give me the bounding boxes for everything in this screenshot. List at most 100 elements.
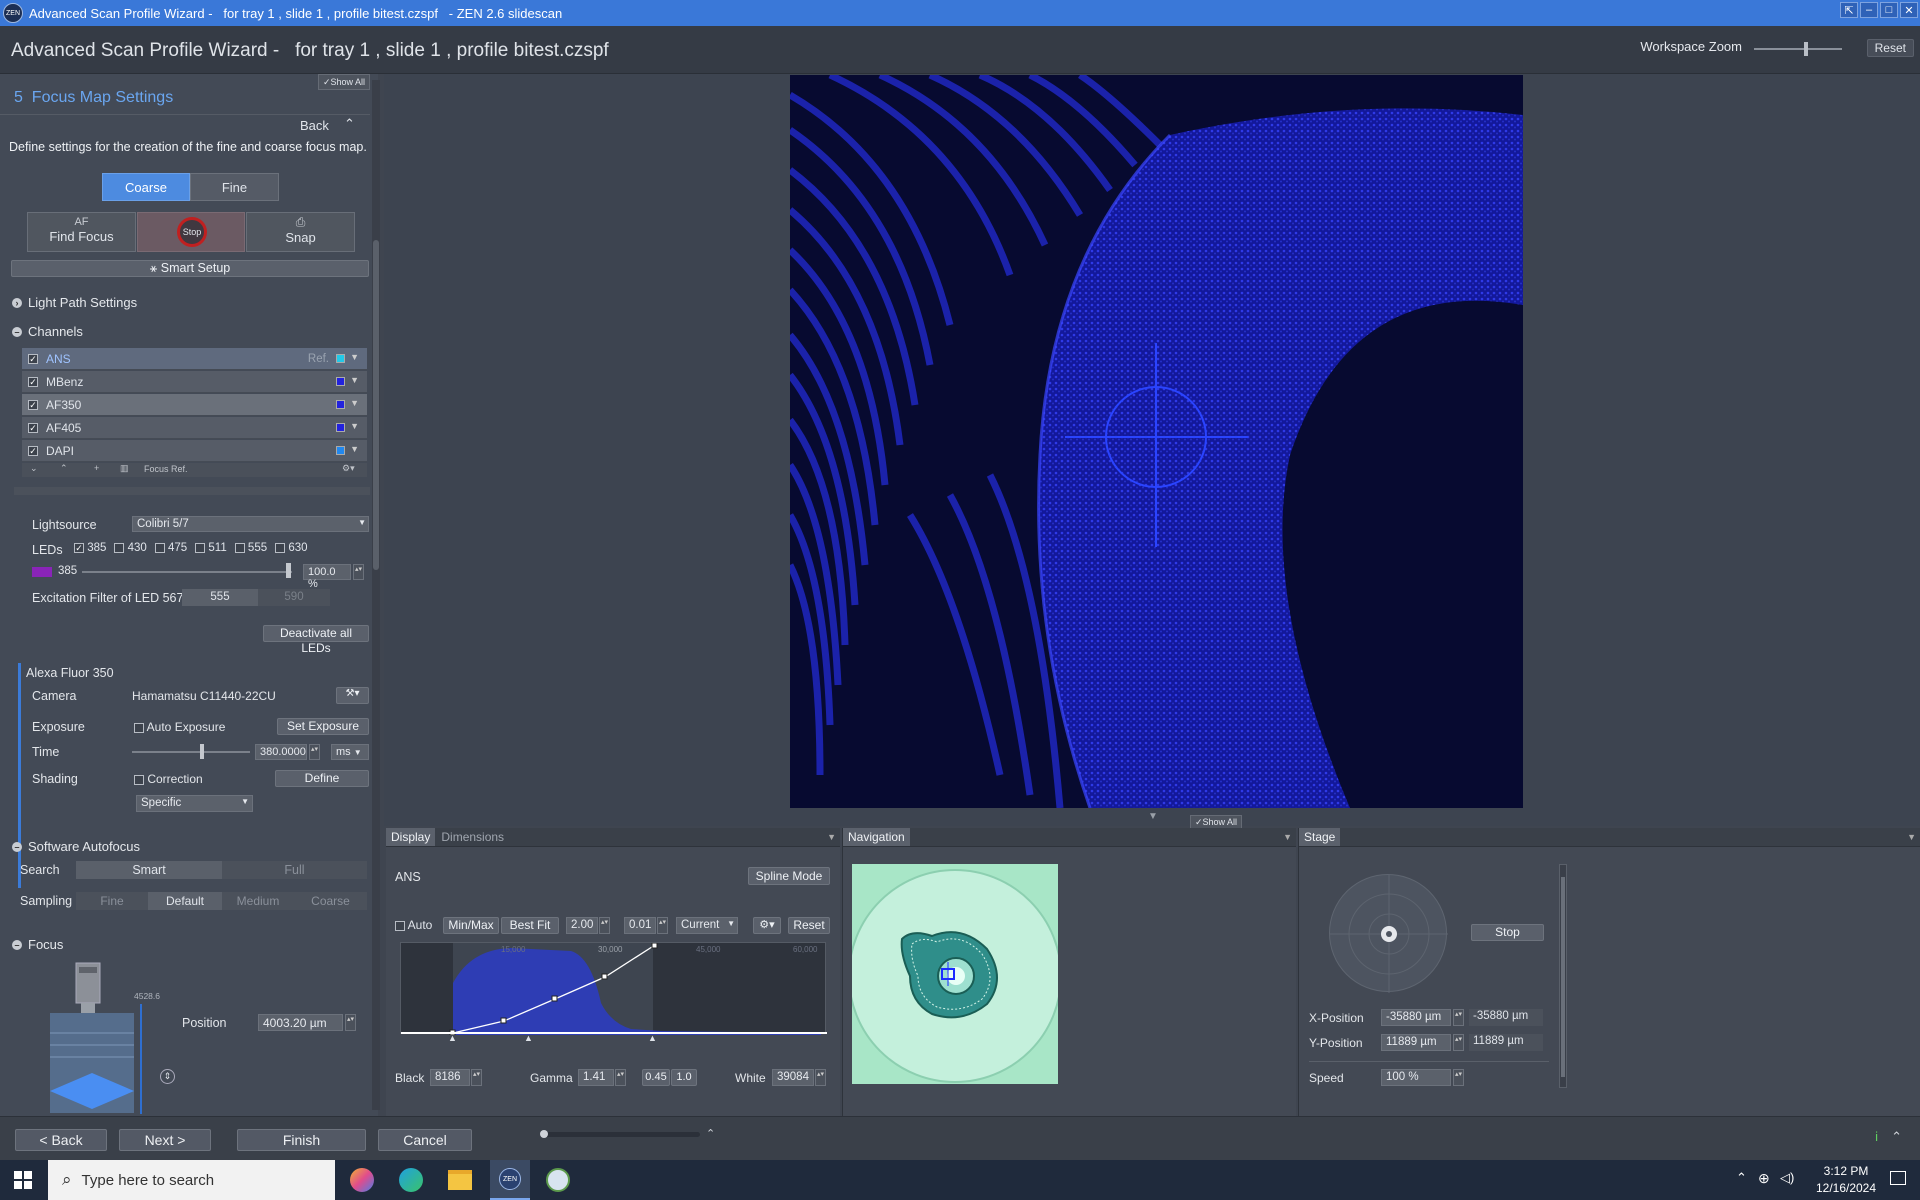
search-option-smart[interactable]: Smart [76, 861, 222, 879]
stop-button[interactable]: Stop [137, 212, 245, 252]
sampling-option-default[interactable]: Default [148, 892, 222, 910]
panel-menu-icon[interactable]: ▼ [1907, 832, 1916, 842]
collapse-chevron-icon[interactable]: ⌃ [344, 116, 355, 132]
workspace-zoom-handle[interactable] [1804, 42, 1808, 56]
gear-icon[interactable]: ⚙▾ [342, 463, 355, 474]
app-launcher-icon[interactable] [350, 1168, 374, 1192]
spin-buttons[interactable]: ▴▾ [309, 744, 320, 760]
display-gear-icon[interactable]: ⚙▾ [753, 917, 781, 934]
time-input[interactable]: 380.0000 [255, 744, 307, 760]
gamma-marker-icon[interactable]: ▲ [524, 1033, 533, 1043]
info-icon[interactable]: i [1875, 1129, 1878, 1144]
shading-mode-select[interactable]: Specific ▼ [136, 795, 253, 812]
scrollbar-thumb[interactable] [373, 240, 379, 570]
channel-checkbox[interactable]: ✓ [28, 422, 38, 433]
chevron-down-icon[interactable]: ▼ [350, 421, 359, 431]
spin-buttons[interactable]: ▴▾ [353, 564, 364, 580]
chevron-down-icon[interactable]: ▼ [350, 352, 359, 362]
file-explorer-icon[interactable] [448, 1170, 472, 1190]
white-input[interactable]: 39084 [772, 1069, 814, 1086]
led-intensity-slider[interactable] [82, 571, 292, 573]
zen-taskbar-button[interactable]: ZEN [490, 1160, 530, 1200]
tab-dimensions[interactable]: Dimensions [435, 828, 510, 846]
spin-buttons[interactable]: ▴▾ [657, 917, 668, 934]
chevron-down-icon[interactable]: ▼ [350, 444, 359, 454]
y-position-input[interactable]: 11889 µm [1381, 1034, 1451, 1051]
histogram[interactable]: 15,000 30,000 45,000 60,000 [400, 942, 827, 1036]
gamma-preset-10[interactable]: 1.0 [671, 1069, 697, 1086]
viewer-collapse-icon[interactable]: ▼ [1148, 811, 1158, 822]
search-option-full[interactable]: Full [222, 861, 367, 879]
workspace-zoom-slider[interactable] [1754, 48, 1842, 50]
collapse-chevron-icon[interactable]: ⌃ [1891, 1129, 1902, 1145]
tab-fine[interactable]: Fine [190, 173, 279, 201]
channel-row[interactable]: ✓ AF405 ▼ [22, 417, 367, 439]
taskbar-search-box[interactable]: ⌕ Type here to search [48, 1160, 335, 1200]
focus-ref-button[interactable]: Focus Ref. [144, 464, 188, 474]
focus-spinner-icon[interactable]: ⇕ [160, 1069, 175, 1084]
spin-buttons[interactable]: ▴▾ [599, 917, 610, 934]
add-channel-icon[interactable]: + [94, 463, 99, 473]
microscope-image[interactable] [790, 75, 1523, 808]
reset-zoom-button[interactable]: Reset [1866, 39, 1914, 57]
volume-icon[interactable]: ◁) [1780, 1170, 1794, 1186]
close-icon[interactable]: ✕ [1900, 2, 1918, 18]
delete-icon[interactable]: ▥ [120, 463, 129, 474]
spin-buttons[interactable]: ▴▾ [615, 1069, 626, 1086]
taskbar-date[interactable]: 12/16/2024 [1810, 1181, 1882, 1195]
led-385[interactable]: ✓ 385 [74, 542, 106, 554]
channel-color-swatch[interactable] [336, 446, 345, 455]
chevron-down-icon[interactable]: ▼ [350, 375, 359, 385]
tab-display[interactable]: Display [386, 828, 436, 846]
sampling-option-coarse[interactable]: Coarse [294, 892, 367, 910]
auto-exposure-checkbox[interactable]: Auto Exposure [134, 720, 225, 734]
x-position-input[interactable]: -35880 µm [1381, 1009, 1451, 1026]
gamma-preset-045[interactable]: 0.45 [642, 1069, 670, 1086]
stage-stop-button[interactable]: Stop [1471, 924, 1544, 941]
time-slider[interactable] [132, 751, 250, 753]
paint-app-icon[interactable] [546, 1168, 570, 1192]
slide-overview[interactable] [848, 864, 1062, 1084]
sampling-option-medium[interactable]: Medium [222, 892, 294, 910]
focus-section[interactable]: – Focus [12, 937, 63, 952]
channels-section[interactable]: – Channels [12, 324, 83, 339]
excitation-option-555[interactable]: 555 [182, 589, 258, 606]
led-intensity-handle[interactable] [286, 563, 291, 578]
notifications-icon[interactable] [1890, 1171, 1906, 1185]
edge-browser-icon[interactable] [399, 1168, 423, 1192]
back-link[interactable]: Back [300, 118, 329, 133]
smart-setup-button[interactable]: ⚹ Smart Setup [11, 260, 369, 277]
chevron-down-icon[interactable]: ▼ [350, 398, 359, 408]
set-exposure-button[interactable]: Set Exposure [277, 718, 369, 735]
channel-row[interactable]: ✓ MBenz ▼ [22, 371, 367, 393]
finish-button[interactable]: Finish [237, 1129, 366, 1151]
expand-chevron-icon[interactable]: ⌃ [706, 1127, 715, 1140]
define-button[interactable]: Define [275, 770, 369, 787]
channel-checkbox[interactable]: ✓ [28, 353, 38, 364]
led-intensity-value[interactable]: 100.0 % [303, 564, 351, 590]
restore-icon[interactable]: ⇱ [1840, 2, 1858, 18]
led-630[interactable]: 630 [275, 542, 308, 554]
channel-color-swatch[interactable] [336, 400, 345, 409]
lightsource-select[interactable]: Colibri 5/7 ▼ [132, 516, 369, 532]
auto-checkbox[interactable]: Auto [395, 918, 432, 932]
maximize-icon[interactable]: □ [1880, 2, 1898, 18]
camera-tool-icon[interactable]: ⚒▾ [336, 687, 369, 704]
led-555[interactable]: 555 [234, 542, 267, 554]
display-reset-button[interactable]: Reset [788, 917, 830, 934]
channel-color-swatch[interactable] [336, 423, 345, 432]
time-slider-handle[interactable] [200, 744, 204, 759]
stage-joystick[interactable] [1329, 874, 1448, 993]
fit-value-2[interactable]: 0.01 [624, 917, 656, 934]
spin-buttons[interactable]: ▴▾ [815, 1069, 826, 1086]
scrollbar-thumb[interactable] [1561, 877, 1565, 1077]
spin-buttons[interactable]: ▴▾ [1453, 1009, 1464, 1026]
taskbar-time[interactable]: 3:12 PM [1810, 1164, 1882, 1178]
stage-scrollbar[interactable] [1559, 864, 1567, 1088]
spin-buttons[interactable]: ▴▾ [345, 1014, 356, 1031]
fit-value-1[interactable]: 2.00 [566, 917, 598, 934]
channel-checkbox[interactable]: ✓ [28, 399, 38, 410]
tab-coarse[interactable]: Coarse [102, 173, 190, 201]
find-focus-button[interactable]: AF Find Focus [27, 212, 136, 252]
panel-menu-icon[interactable]: ▼ [1283, 832, 1292, 842]
